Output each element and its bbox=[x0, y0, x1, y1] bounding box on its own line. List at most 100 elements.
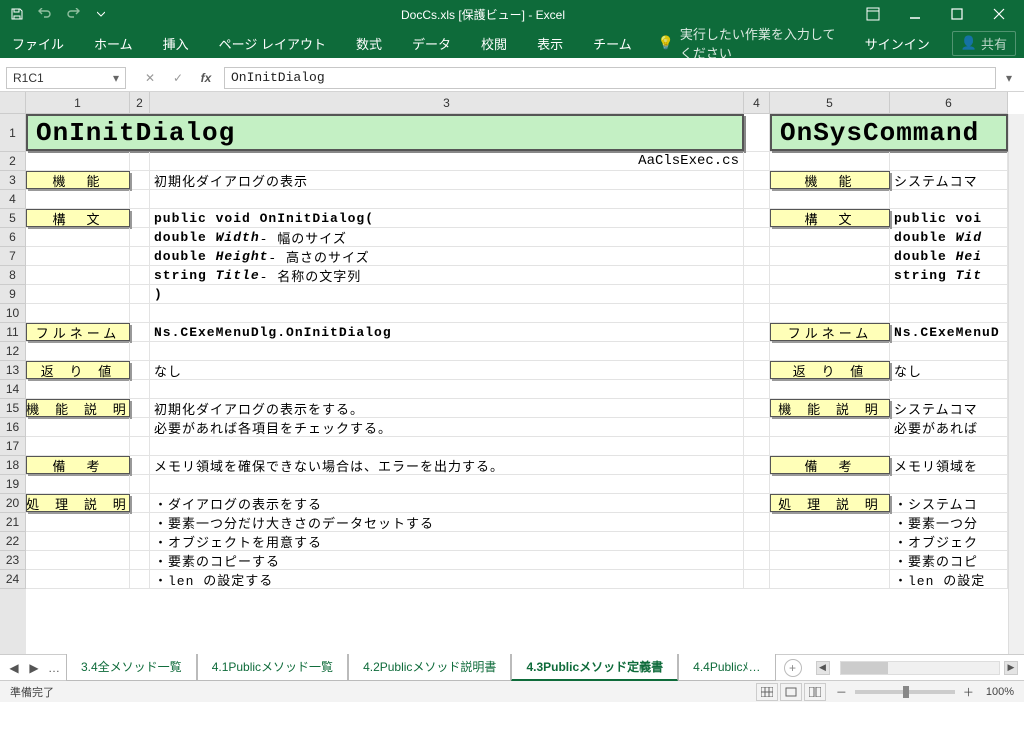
cell[interactable] bbox=[890, 190, 1008, 208]
cells-area[interactable]: OnInitDialogOnSysCommandAaClsExec.cs機 能初… bbox=[26, 114, 1008, 654]
row-header[interactable]: 5 bbox=[0, 209, 26, 228]
cell[interactable] bbox=[744, 304, 770, 322]
cell[interactable] bbox=[26, 551, 130, 569]
cell[interactable] bbox=[770, 437, 890, 455]
cell[interactable]: 構 文 bbox=[26, 209, 130, 227]
cell[interactable] bbox=[150, 437, 744, 455]
redo-icon[interactable] bbox=[60, 2, 86, 26]
cell[interactable]: 返 り 値 bbox=[26, 361, 130, 379]
cell[interactable] bbox=[744, 323, 770, 341]
row-header[interactable]: 7 bbox=[0, 247, 26, 266]
cell[interactable] bbox=[744, 570, 770, 588]
cell[interactable] bbox=[26, 570, 130, 588]
cell[interactable]: システムコマ bbox=[890, 171, 1008, 189]
cell[interactable] bbox=[890, 304, 1008, 322]
cell[interactable]: 備 考 bbox=[770, 456, 890, 474]
cell[interactable]: double Height - 高さのサイズ bbox=[150, 247, 744, 265]
cell[interactable] bbox=[770, 228, 890, 246]
cell[interactable]: なし bbox=[890, 361, 1008, 379]
cell[interactable] bbox=[26, 475, 130, 493]
chevron-down-icon[interactable]: ▾ bbox=[113, 71, 119, 85]
cell[interactable]: ) bbox=[150, 285, 744, 303]
undo-icon[interactable] bbox=[32, 2, 58, 26]
sheet-nav-ellipsis[interactable]: … bbox=[46, 660, 62, 676]
cell[interactable] bbox=[26, 190, 130, 208]
cell[interactable]: Ns.CExeMenuDlg.OnInitDialog bbox=[150, 323, 744, 341]
sheet-tab[interactable]: 3.4全メソッド一覧 bbox=[66, 654, 197, 681]
cell[interactable] bbox=[890, 380, 1008, 398]
row-header[interactable]: 20 bbox=[0, 494, 26, 513]
cell[interactable] bbox=[130, 228, 150, 246]
cell[interactable] bbox=[130, 304, 150, 322]
cell[interactable] bbox=[744, 285, 770, 303]
cell[interactable]: ・システムコ bbox=[890, 494, 1008, 512]
cancel-icon[interactable]: ✕ bbox=[138, 67, 162, 89]
cell[interactable] bbox=[744, 190, 770, 208]
tab-view[interactable]: 表示 bbox=[533, 30, 567, 57]
signin-link[interactable]: サインイン bbox=[865, 34, 930, 53]
cell[interactable]: 備 考 bbox=[26, 456, 130, 474]
cell[interactable] bbox=[770, 342, 890, 360]
cell[interactable] bbox=[130, 456, 150, 474]
cell[interactable] bbox=[26, 285, 130, 303]
cell[interactable] bbox=[744, 361, 770, 379]
cell[interactable]: 機 能 bbox=[770, 171, 890, 189]
cell[interactable]: public void OnInitDialog( bbox=[150, 209, 744, 227]
cell[interactable] bbox=[130, 361, 150, 379]
sheet-nav-prev-icon[interactable]: ◀ bbox=[6, 660, 22, 676]
cell[interactable] bbox=[744, 114, 770, 151]
cell[interactable]: ・ダイアログの表示をする bbox=[150, 494, 744, 512]
cell[interactable] bbox=[744, 380, 770, 398]
tab-team[interactable]: チーム bbox=[589, 30, 636, 57]
cell[interactable]: ・オブジェクトを用意する bbox=[150, 532, 744, 550]
cell[interactable] bbox=[26, 228, 130, 246]
cell[interactable] bbox=[130, 266, 150, 284]
cell[interactable] bbox=[744, 418, 770, 436]
cell[interactable] bbox=[130, 437, 150, 455]
zoom-in-button[interactable]: ＋ bbox=[963, 684, 974, 700]
cell[interactable]: ・要素一つ分 bbox=[890, 513, 1008, 531]
column-header[interactable]: 3 bbox=[150, 92, 744, 114]
save-icon[interactable] bbox=[4, 2, 30, 26]
cell[interactable] bbox=[890, 475, 1008, 493]
sheet-tab[interactable]: 4.2Publicメソッド説明書 bbox=[348, 654, 511, 681]
zoom-slider[interactable] bbox=[855, 690, 955, 694]
enter-icon[interactable]: ✓ bbox=[166, 67, 190, 89]
cell[interactable]: string Title - 名称の文字列 bbox=[150, 266, 744, 284]
cell[interactable] bbox=[890, 342, 1008, 360]
row-header[interactable]: 22 bbox=[0, 532, 26, 551]
cell[interactable] bbox=[130, 532, 150, 550]
cell[interactable] bbox=[744, 171, 770, 189]
tab-home[interactable]: ホーム bbox=[90, 30, 137, 57]
cell[interactable]: フルネーム bbox=[26, 323, 130, 341]
cell[interactable] bbox=[770, 551, 890, 569]
row-header[interactable]: 2 bbox=[0, 152, 26, 171]
cell[interactable] bbox=[744, 266, 770, 284]
cell[interactable]: メモリ領域を bbox=[890, 456, 1008, 474]
cell[interactable] bbox=[744, 513, 770, 531]
row-header[interactable]: 4 bbox=[0, 190, 26, 209]
cell[interactable] bbox=[744, 475, 770, 493]
cell[interactable]: 必要があれば各項目をチェックする。 bbox=[150, 418, 744, 436]
tab-file[interactable]: ファイル bbox=[8, 30, 68, 57]
cell[interactable]: 必要があれば bbox=[890, 418, 1008, 436]
cell[interactable]: ・len の設定 bbox=[890, 570, 1008, 588]
cell[interactable] bbox=[130, 380, 150, 398]
row-header[interactable]: 23 bbox=[0, 551, 26, 570]
cell[interactable] bbox=[770, 513, 890, 531]
row-header[interactable]: 10 bbox=[0, 304, 26, 323]
select-all-corner[interactable] bbox=[0, 92, 26, 114]
fx-icon[interactable]: fx bbox=[194, 67, 218, 89]
cell[interactable]: 構 文 bbox=[770, 209, 890, 227]
cell[interactable] bbox=[130, 570, 150, 588]
cell[interactable]: ・要素のコピーする bbox=[150, 551, 744, 569]
cell[interactable] bbox=[130, 171, 150, 189]
sheet-tab[interactable]: 4.3Publicメソッド定義書 bbox=[511, 654, 678, 681]
column-header[interactable]: 6 bbox=[890, 92, 1008, 114]
cell[interactable] bbox=[130, 152, 150, 170]
row-header[interactable]: 9 bbox=[0, 285, 26, 304]
sheet-tab[interactable]: 4.1Publicメソッド一覧 bbox=[197, 654, 348, 681]
cell[interactable]: double Width - 幅のサイズ bbox=[150, 228, 744, 246]
cell[interactable] bbox=[744, 228, 770, 246]
tell-me-search[interactable]: 💡 実行したい作業を入力してください bbox=[658, 24, 843, 62]
